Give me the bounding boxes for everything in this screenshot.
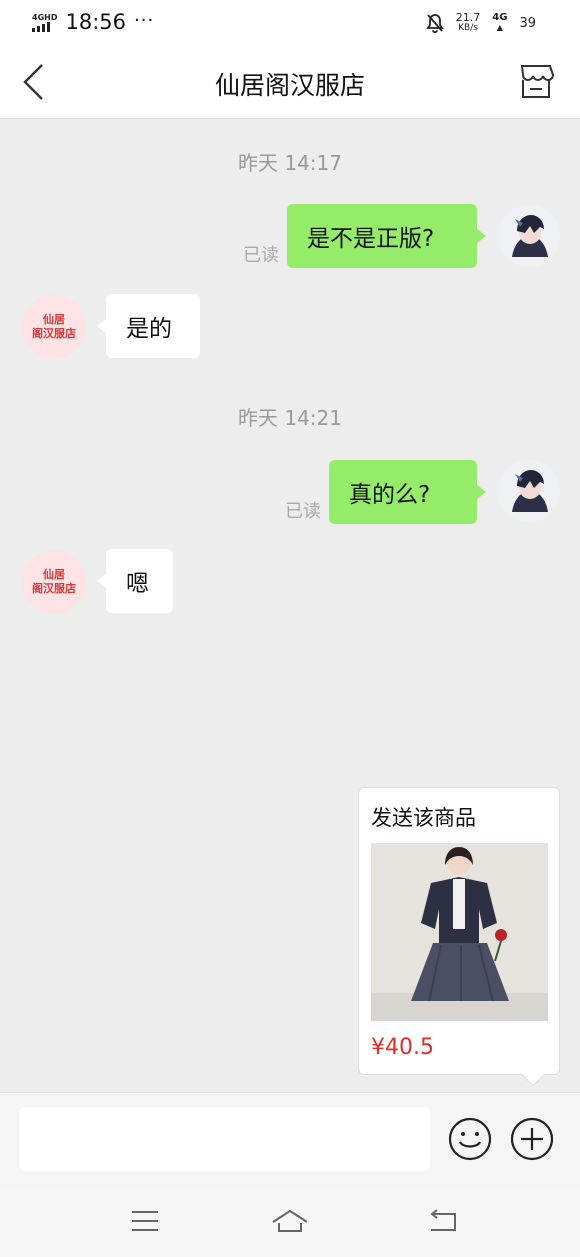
read-receipt: 已读	[285, 501, 321, 522]
product-price: ¥40.5	[371, 1035, 434, 1060]
message-input-bar	[0, 1092, 580, 1188]
network-tag: 4GHD	[32, 12, 58, 22]
network-speed: 21.7 KB/s	[455, 11, 481, 33]
store-icon[interactable]	[518, 62, 554, 100]
message-text: 是不是正版?	[307, 226, 435, 252]
chat-header: 仙居阁汉服店	[0, 44, 580, 119]
shop-avatar[interactable]: 仙居 阁汉服店	[22, 295, 86, 359]
message-input[interactable]	[19, 1107, 430, 1171]
user-avatar-image	[498, 205, 560, 267]
home-icon[interactable]	[271, 1208, 309, 1234]
menu-icon[interactable]	[130, 1208, 160, 1234]
message-text: 真的么?	[349, 482, 431, 508]
message-text: 是的	[126, 316, 172, 342]
plus-circle-icon[interactable]	[510, 1117, 554, 1161]
system-navigation-bar	[0, 1188, 580, 1257]
clock: 18:56	[65, 10, 126, 34]
more-notifications: ···	[134, 9, 155, 31]
user-avatar-image	[498, 460, 560, 522]
product-card[interactable]: 发送该商品 ¥40.5	[358, 787, 560, 1087]
product-image[interactable]	[371, 843, 548, 1021]
smiley-icon[interactable]	[448, 1117, 492, 1161]
shop-avatar[interactable]: 仙居 阁汉服店	[22, 550, 86, 614]
received-message-bubble[interactable]: 是的	[97, 294, 200, 358]
user-avatar[interactable]	[498, 460, 560, 522]
page-title: 仙居阁汉服店	[214, 71, 365, 100]
send-product-label[interactable]: 发送该商品	[371, 802, 476, 832]
return-icon[interactable]	[427, 1208, 459, 1234]
network-type: 4G ▲	[492, 12, 508, 33]
status-bar: 4GHD 18:56 ··· 21.7 KB/s 4G ▲ 39	[0, 0, 580, 44]
battery-level: 39	[519, 15, 536, 31]
signal-icon: 4GHD	[32, 13, 57, 32]
user-avatar[interactable]	[498, 205, 560, 267]
message-text: 嗯	[126, 571, 149, 597]
sent-message-bubble[interactable]: 是不是正版?	[287, 204, 486, 268]
received-message-bubble[interactable]: 嗯	[97, 549, 173, 613]
mute-bell-icon	[426, 14, 444, 33]
sent-message-bubble[interactable]: 真的么?	[329, 460, 486, 524]
message-timestamp: 昨天 14:21	[238, 406, 342, 430]
message-timestamp: 昨天 14:17	[238, 151, 342, 175]
read-receipt: 已读	[243, 245, 279, 266]
